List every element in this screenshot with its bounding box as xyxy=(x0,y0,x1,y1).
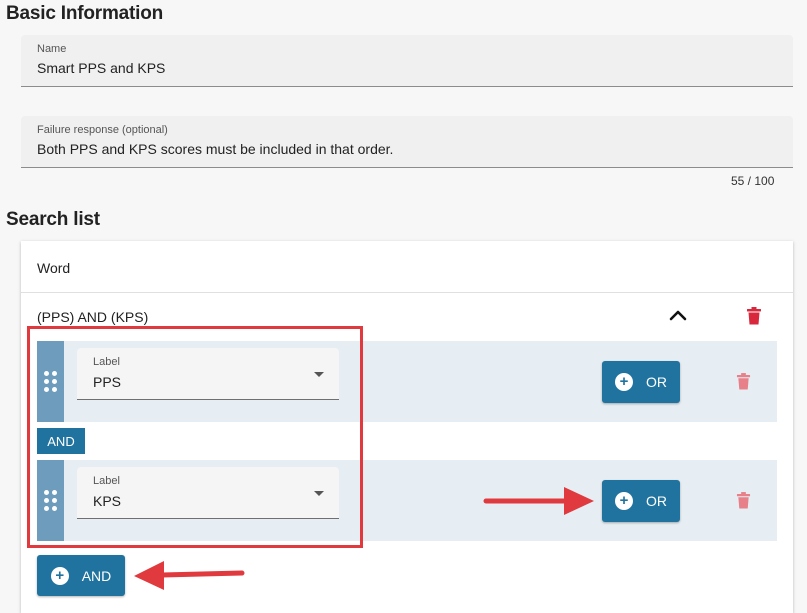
character-counter: 55 / 100 xyxy=(731,174,775,188)
failure-response-label: Failure response (optional) xyxy=(37,124,168,136)
plus-circle-icon: + xyxy=(615,492,633,510)
or-button-label: OR xyxy=(646,493,667,509)
add-or-button-pps[interactable]: + OR xyxy=(602,361,680,403)
card-divider xyxy=(21,292,793,293)
failure-response-value: Both PPS and KPS scores must be included… xyxy=(37,141,394,157)
group-expression: (PPS) AND (KPS) xyxy=(37,309,149,325)
delete-term-trash-icon[interactable] xyxy=(736,373,751,390)
and-button-label: AND xyxy=(81,567,112,584)
arrow-right-icon xyxy=(483,487,594,515)
delete-group-trash-icon[interactable] xyxy=(746,307,762,325)
name-field[interactable]: Name Smart PPS and KPS xyxy=(21,35,793,87)
failure-response-field[interactable]: Failure response (optional) Both PPS and… xyxy=(21,116,793,168)
or-button-label: OR xyxy=(646,374,667,390)
search-list-title: Search list xyxy=(6,209,100,230)
highlight-box xyxy=(27,326,363,548)
add-and-button[interactable]: + AND xyxy=(37,555,125,596)
plus-circle-icon: + xyxy=(615,373,633,391)
search-type-label: Word xyxy=(37,260,71,276)
arrow-left-icon xyxy=(134,561,245,590)
add-or-button-kps[interactable]: + OR xyxy=(602,480,680,522)
name-field-value: Smart PPS and KPS xyxy=(37,60,166,76)
name-field-label: Name xyxy=(37,43,67,55)
delete-term-trash-icon[interactable] xyxy=(736,492,751,509)
plus-circle-icon: + xyxy=(50,566,69,585)
chevron-up-icon[interactable] xyxy=(668,308,688,322)
basic-info-title: Basic Information xyxy=(6,3,164,24)
